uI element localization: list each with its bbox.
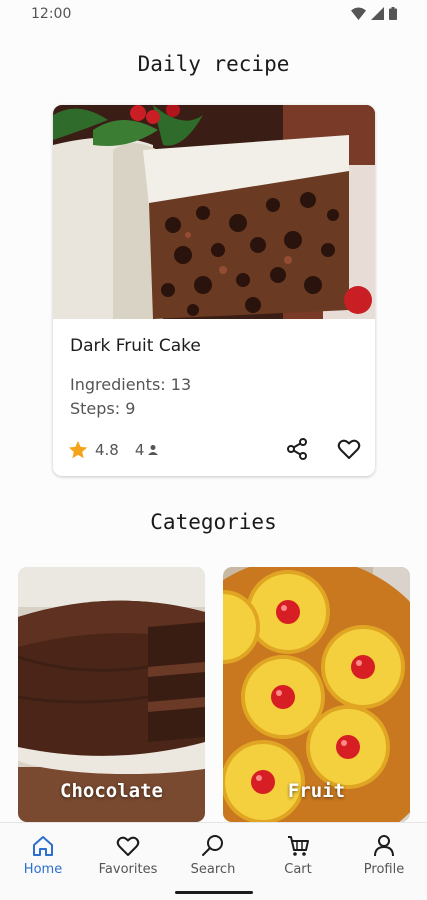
recipe-name: Dark Fruit Cake bbox=[70, 336, 201, 356]
share-icon[interactable] bbox=[285, 437, 309, 461]
servings: 4 bbox=[135, 441, 160, 459]
nav-label-home: Home bbox=[23, 862, 63, 877]
signal-icon bbox=[371, 7, 384, 20]
cart-icon bbox=[288, 836, 309, 856]
nav-label-favorites: Favorites bbox=[98, 862, 158, 877]
profile-icon bbox=[374, 835, 394, 857]
favorite-heart-icon[interactable] bbox=[337, 437, 361, 461]
status-bar: 12:00 bbox=[0, 0, 427, 30]
nav-item-home[interactable]: Home bbox=[3, 833, 83, 877]
category-label: Fruit bbox=[287, 780, 346, 802]
nav-label-cart: Cart bbox=[284, 862, 312, 877]
recipe-ingredients: Ingredients: 13 bbox=[70, 375, 192, 394]
category-card-chocolate[interactable]: Chocolate bbox=[18, 567, 205, 822]
category-label: Chocolate bbox=[60, 780, 163, 802]
nav-item-favorites[interactable]: Favorites bbox=[88, 833, 168, 877]
rating-row: 4.8 4 bbox=[67, 439, 159, 461]
category-card-fruit[interactable]: Fruit bbox=[223, 567, 410, 822]
daily-recipe-card[interactable]: Dark Fruit Cake Ingredients: 13 Steps: 9… bbox=[53, 105, 375, 476]
recipe-image bbox=[53, 105, 375, 319]
heart-icon bbox=[116, 836, 140, 856]
nav-label-search: Search bbox=[190, 862, 236, 877]
nav-label-profile: Profile bbox=[363, 862, 405, 877]
home-icon bbox=[33, 836, 53, 856]
wifi-icon bbox=[351, 7, 366, 20]
battery-icon bbox=[389, 7, 397, 20]
nav-item-search[interactable]: Search bbox=[173, 833, 253, 877]
bottom-navigation: Home Favorites Search Cart Profile bbox=[0, 822, 427, 900]
star-icon bbox=[68, 440, 88, 459]
nav-item-cart[interactable]: Cart bbox=[258, 833, 338, 877]
recipe-steps: Steps: 9 bbox=[70, 399, 136, 418]
categories-heading: Categories bbox=[150, 510, 277, 534]
daily-recipe-heading: Daily recipe bbox=[137, 52, 290, 76]
servings-count: 4 bbox=[134, 441, 145, 459]
status-time: 12:00 bbox=[31, 6, 72, 22]
search-icon bbox=[202, 835, 223, 856]
rating-value: 4.8 bbox=[95, 441, 119, 459]
person-icon bbox=[148, 445, 159, 455]
nav-item-profile[interactable]: Profile bbox=[344, 833, 424, 877]
home-indicator bbox=[175, 891, 253, 894]
status-icons bbox=[351, 7, 397, 20]
